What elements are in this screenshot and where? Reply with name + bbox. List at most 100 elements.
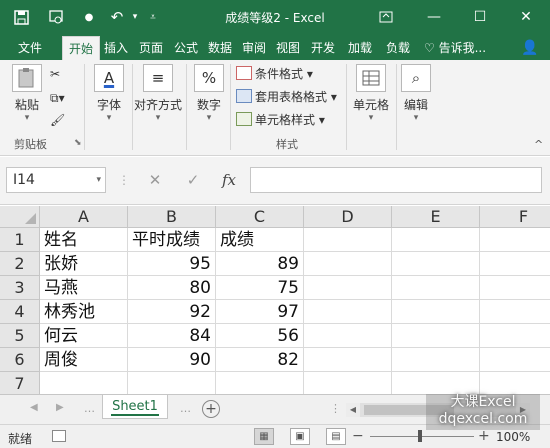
tell-me-search[interactable]: ♡ 告诉我... [424, 36, 486, 60]
tab-review[interactable]: 审阅 [238, 36, 270, 60]
cell-b7[interactable] [128, 372, 216, 394]
formula-bar-grip-icon[interactable]: ⋮ [118, 173, 130, 187]
cell-e6[interactable] [392, 348, 480, 372]
zoom-slider[interactable] [370, 436, 474, 437]
tab-home[interactable]: 开始 [62, 36, 100, 60]
row-header[interactable]: 7 [0, 372, 40, 394]
paste-button[interactable]: 粘贴 ▾ [8, 64, 46, 123]
cell-c7[interactable] [216, 372, 304, 394]
cells-button[interactable]: 单元格 ▾ [350, 64, 392, 123]
tab-developer[interactable]: 开发 [306, 36, 340, 60]
row-header[interactable]: 5 [0, 324, 40, 348]
normal-view-icon[interactable]: ▦ [254, 428, 274, 445]
cell-d4[interactable] [304, 300, 392, 324]
tab-file[interactable]: 文件 [10, 36, 50, 60]
cell-e3[interactable] [392, 276, 480, 300]
collapse-ribbon-icon[interactable]: ^ [534, 138, 543, 151]
column-header-c[interactable]: C [216, 206, 304, 228]
cell-c5[interactable]: 56 [216, 324, 304, 348]
cancel-icon[interactable]: ✕ [142, 167, 168, 193]
page-break-preview-icon[interactable]: ▤ [326, 428, 346, 445]
cell-f7[interactable] [480, 372, 550, 394]
cell-c6[interactable]: 82 [216, 348, 304, 372]
cell-a5[interactable]: 何云 [40, 324, 128, 348]
page-layout-icon[interactable]: ▣ [290, 428, 310, 445]
insert-function-icon[interactable]: fx [216, 167, 242, 193]
cell-d1[interactable] [304, 228, 392, 252]
cell-a6[interactable]: 周俊 [40, 348, 128, 372]
tab-formulas[interactable]: 公式 [170, 36, 202, 60]
row-header[interactable]: 6 [0, 348, 40, 372]
more-sheets-icon[interactable]: … [84, 402, 95, 415]
cut-icon[interactable]: ✂ [50, 64, 60, 84]
cell-d7[interactable] [304, 372, 392, 394]
cell-e5[interactable] [392, 324, 480, 348]
tab-page[interactable]: 页面 [134, 36, 168, 60]
close-icon[interactable]: ✕ [512, 6, 540, 28]
cell-a3[interactable]: 马燕 [40, 276, 128, 300]
clipboard-launcher-icon[interactable]: ⬊ [74, 138, 82, 148]
cell-a1[interactable]: 姓名 [40, 228, 128, 252]
tab-view[interactable]: 视图 [272, 36, 304, 60]
cell-f2[interactable] [480, 252, 550, 276]
zoom-slider-thumb[interactable] [418, 430, 422, 442]
format-painter-icon[interactable]: 🖌 [50, 110, 65, 130]
enter-icon[interactable]: ✓ [180, 167, 206, 193]
sheet-tab-sheet1[interactable]: Sheet1 [102, 395, 168, 419]
cell-e7[interactable] [392, 372, 480, 394]
cell-b6[interactable]: 90 [128, 348, 216, 372]
minimize-icon[interactable]: — [420, 6, 448, 28]
cell-d2[interactable] [304, 252, 392, 276]
name-box-dropdown-icon[interactable]: ▾ [96, 168, 101, 192]
cell-c2[interactable]: 89 [216, 252, 304, 276]
cell-d5[interactable] [304, 324, 392, 348]
scroll-left-icon[interactable]: ◀ [346, 403, 360, 417]
cell-b1[interactable]: 平时成绩 [128, 228, 216, 252]
cell-f5[interactable] [480, 324, 550, 348]
row-header[interactable]: 3 [0, 276, 40, 300]
cell-a2[interactable]: 张娇 [40, 252, 128, 276]
tab-insert[interactable]: 插入 [100, 36, 132, 60]
cell-c4[interactable]: 97 [216, 300, 304, 324]
next-sheet-icon[interactable]: ▶ [56, 402, 64, 413]
cell-d3[interactable] [304, 276, 392, 300]
more-sheets-right-icon[interactable]: … [180, 402, 191, 415]
add-sheet-icon[interactable]: + [202, 400, 220, 418]
tab-addins[interactable]: 加载 [342, 36, 378, 60]
cell-f3[interactable] [480, 276, 550, 300]
prev-sheet-icon[interactable]: ◀ [30, 402, 38, 413]
cell-f4[interactable] [480, 300, 550, 324]
user-account-icon[interactable]: 👤 [512, 38, 548, 58]
cell-styles-button[interactable]: 单元格样式 ▾ [236, 110, 325, 130]
zoom-level[interactable]: 100% [496, 430, 530, 444]
cell-e1[interactable] [392, 228, 480, 252]
split-grip-icon[interactable]: ⋮ [330, 402, 341, 415]
zoom-out-icon[interactable]: − [352, 428, 364, 444]
copy-icon[interactable]: ⧉▾ [50, 88, 65, 108]
maximize-icon[interactable]: ☐ [466, 6, 494, 28]
cell-e4[interactable] [392, 300, 480, 324]
row-header[interactable]: 1 [0, 228, 40, 252]
cell-b3[interactable]: 80 [128, 276, 216, 300]
cell-b2[interactable]: 95 [128, 252, 216, 276]
alignment-button[interactable]: ≡ 对齐方式 ▾ [134, 64, 182, 123]
column-header-b[interactable]: B [128, 206, 216, 228]
customize-qat-icon[interactable]: ⩡ [142, 6, 164, 28]
cell-e2[interactable] [392, 252, 480, 276]
cell-c1[interactable]: 成绩 [216, 228, 304, 252]
macro-record-icon[interactable] [52, 430, 66, 442]
ribbon-display-icon[interactable] [372, 6, 400, 28]
name-box[interactable]: I14 ▾ [6, 167, 106, 193]
select-all-button[interactable] [0, 206, 40, 228]
font-button[interactable]: A 字体 ▾ [90, 64, 128, 123]
cell-a4[interactable]: 林秀池 [40, 300, 128, 324]
column-header-d[interactable]: D [304, 206, 392, 228]
cell-d6[interactable] [304, 348, 392, 372]
formula-input[interactable] [250, 167, 542, 193]
column-header-e[interactable]: E [392, 206, 480, 228]
save-icon[interactable] [10, 6, 32, 28]
tab-load[interactable]: 负载 [380, 36, 416, 60]
column-header-f[interactable]: F [480, 206, 550, 228]
column-header-a[interactable]: A [40, 206, 128, 228]
touch-mode-icon[interactable] [46, 6, 68, 28]
